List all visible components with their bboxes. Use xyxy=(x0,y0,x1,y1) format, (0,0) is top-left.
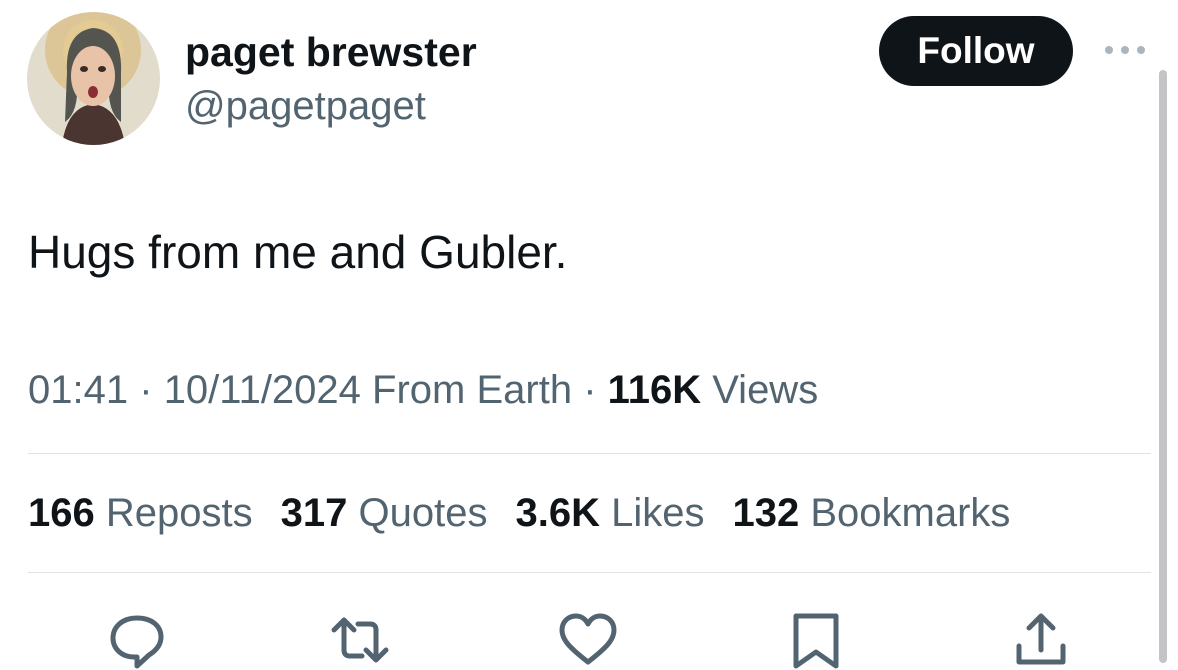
stat-count: 166 xyxy=(28,491,95,535)
more-options-icon[interactable] xyxy=(1100,40,1150,60)
like-icon xyxy=(559,613,617,665)
stat-label: Quotes xyxy=(358,491,488,535)
stat-label: Reposts xyxy=(105,491,253,535)
repost-icon xyxy=(331,617,389,663)
avatar-image xyxy=(27,12,160,145)
stat-count: 317 xyxy=(280,491,348,535)
stat-bookmarks[interactable]: 132 Bookmarks xyxy=(732,488,1010,538)
user-handle[interactable]: @pagetpaget xyxy=(185,82,426,130)
like-button[interactable] xyxy=(558,610,618,670)
tweet-time[interactable]: 01:41 xyxy=(28,368,128,412)
share-button[interactable] xyxy=(1011,610,1071,670)
tweet-date[interactable]: 10/11/2024 xyxy=(164,368,361,412)
bookmark-icon xyxy=(793,613,839,669)
bookmark-button[interactable] xyxy=(786,610,846,670)
display-name[interactable]: paget brewster xyxy=(185,28,477,76)
stat-reposts[interactable]: 166 Reposts xyxy=(28,488,253,538)
follow-button[interactable]: Follow xyxy=(879,16,1073,86)
scrollbar[interactable] xyxy=(1159,70,1167,663)
stat-quotes[interactable]: 317 Quotes xyxy=(281,488,488,538)
stat-count: 132 xyxy=(732,491,800,535)
tweet-text: Hugs from me and Gubler. xyxy=(28,226,568,278)
divider xyxy=(28,572,1151,573)
divider xyxy=(28,453,1151,454)
views-count: 116K xyxy=(607,368,702,412)
meta-separator: · xyxy=(139,368,153,412)
avatar[interactable] xyxy=(27,12,160,145)
stat-count: 3.6K xyxy=(515,491,600,535)
tweet-source: From Earth xyxy=(372,368,573,412)
tweet-meta: 01:41 · 10/11/2024 From Earth · 116K Vie… xyxy=(28,365,818,415)
stat-label: Likes xyxy=(611,491,705,535)
reply-button[interactable] xyxy=(107,610,167,670)
engagement-stats: 166 Reposts 317 Quotes 3.6K Likes 132 Bo… xyxy=(28,488,1038,538)
share-icon xyxy=(1016,613,1066,665)
stat-label: Bookmarks xyxy=(810,491,1011,535)
meta-separator: · xyxy=(583,368,597,412)
views-label: Views xyxy=(712,368,819,412)
reply-icon xyxy=(110,615,164,669)
repost-button[interactable] xyxy=(330,610,390,670)
stat-likes[interactable]: 3.6K Likes xyxy=(515,488,704,538)
